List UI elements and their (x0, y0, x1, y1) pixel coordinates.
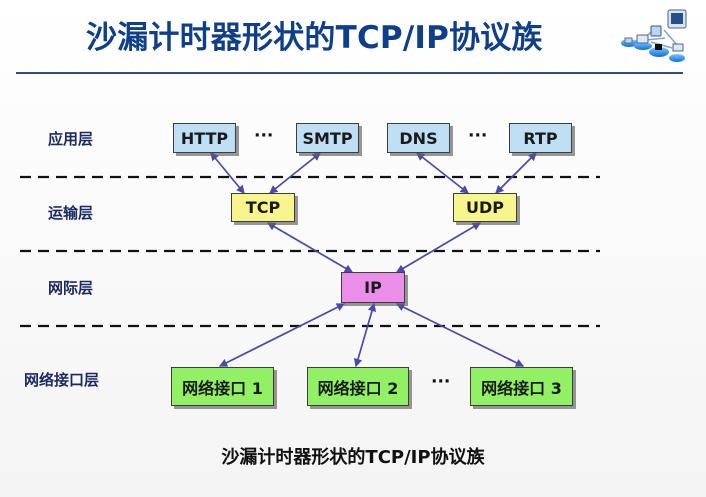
rtp-box: RTP (509, 123, 572, 153)
tcp-box: TCP (231, 193, 295, 222)
dns-box: DNS (387, 123, 450, 153)
arrow-dns-udp (415, 152, 470, 194)
network-interface-1-box: 网络接口 1 (171, 367, 274, 406)
network-interface-ellipsis: ··· (431, 372, 451, 392)
arrow-smtp-tcp (269, 152, 321, 194)
diagram-caption: 沙漏计时器形状的TCP/IP协议族 (221, 447, 485, 468)
network-interface-3-box: 网络接口 3 (470, 367, 573, 406)
layer-label-transport: 运输层 (48, 204, 94, 222)
application-ellipsis-left: ··· (254, 126, 274, 146)
slide: 沙漏计时器形状的TCP/IP协议族 应用层 运输层 网际层 网络接口层 HTTP… (0, 0, 706, 497)
smtp-box: SMTP (296, 123, 359, 153)
application-ellipsis-right: ··· (468, 126, 488, 146)
layer-label-internet: 网际层 (48, 279, 94, 297)
udp-box: UDP (453, 193, 517, 222)
arrow-ip-interface-2 (353, 302, 377, 368)
http-box: HTTP (173, 123, 236, 153)
arrow-tcp-ip (266, 222, 354, 273)
arrow-http-tcp (210, 152, 245, 194)
arrow-udp-ip (395, 222, 482, 273)
network-interface-2-box: 网络接口 2 (307, 367, 409, 406)
arrow-ip-interface-1 (218, 303, 346, 367)
protocol-diagram (20, 152, 600, 368)
arrow-rtp-udp (495, 152, 537, 194)
arrow-ip-interface-3 (395, 303, 525, 367)
layer-label-application: 应用层 (48, 130, 94, 148)
connector-arrows (210, 152, 537, 368)
ip-box: IP (341, 272, 405, 303)
layer-label-network-interface: 网络接口层 (24, 371, 100, 389)
